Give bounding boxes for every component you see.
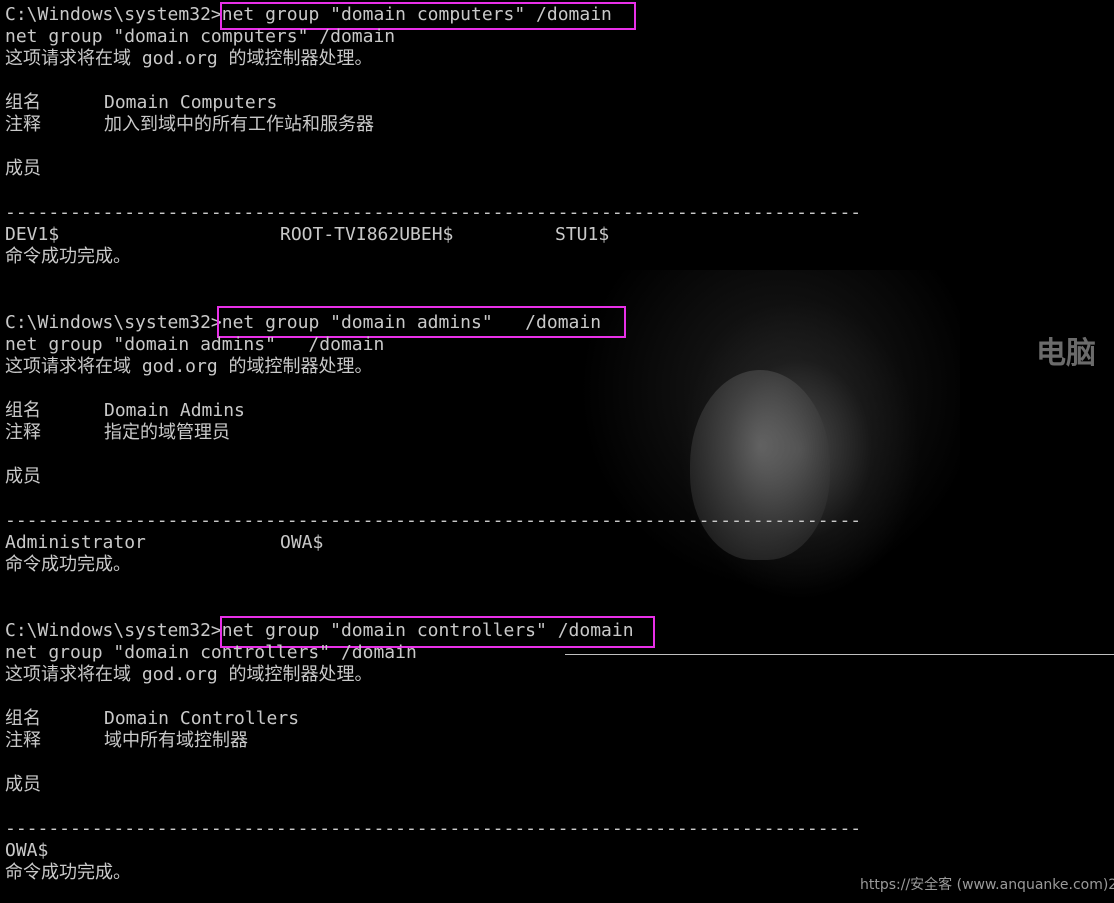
members-row: DEV1$ ROOT-TVI862UBEH$ STU1$ [5, 224, 609, 246]
group-name-label: 组名 [5, 708, 41, 729]
command-complete-line: 命令成功完成。 [5, 862, 131, 883]
prompt: C:\Windows\system32> [5, 312, 222, 333]
member-name: OWA$ [280, 532, 324, 553]
members-label: 成员 [5, 774, 41, 795]
separator-line: ----------------------------------------… [5, 818, 862, 839]
command-echo: net group "domain computers" /domain [5, 26, 396, 47]
member-name: DEV1$ [5, 224, 60, 245]
group-name-label: 组名 [5, 400, 41, 421]
command-complete-line: 命令成功完成。 [5, 554, 131, 575]
group-name-value: Domain Computers [104, 92, 278, 113]
prompt: C:\Windows\system32> [5, 620, 222, 641]
separator-line: ----------------------------------------… [5, 202, 862, 223]
member-name: OWA$ [5, 840, 49, 861]
request-line: 这项请求将在域 god.org 的域控制器处理。 [5, 356, 373, 377]
group-name-row: 组名 Domain Controllers [5, 708, 299, 730]
group-name-row: 组名 Domain Admins [5, 400, 245, 422]
members-row: OWA$ [5, 840, 48, 862]
group-name-row: 组名 Domain Computers [5, 92, 277, 114]
members-label: 成员 [5, 466, 41, 487]
comment-label: 注释 [5, 730, 41, 751]
member-name: Administrator [5, 532, 146, 553]
member-name: ROOT-TVI862UBEH$ [280, 224, 454, 245]
separator-line: ----------------------------------------… [5, 510, 862, 531]
comment-value: 加入到域中的所有工作站和服务器 [104, 114, 374, 135]
footer-watermark: https://安全客 (www.anquanke.com)2 [860, 877, 1114, 893]
comment-value: 指定的域管理员 [104, 422, 230, 443]
group-name-value: Domain Controllers [104, 708, 300, 729]
request-line: 这项请求将在域 god.org 的域控制器处理。 [5, 664, 373, 685]
group-name-label: 组名 [5, 92, 41, 113]
terminal-window[interactable]: 电脑 C:\Windows\system32>net group "domain… [0, 0, 1114, 903]
request-line: 这项请求将在域 god.org 的域控制器处理。 [5, 48, 373, 69]
comment-row: 注释 域中所有域控制器 [5, 730, 248, 752]
comment-row: 注释 加入到域中的所有工作站和服务器 [5, 114, 374, 136]
members-label: 成员 [5, 158, 41, 179]
comment-value: 域中所有域控制器 [104, 730, 248, 751]
group-name-value: Domain Admins [104, 400, 245, 421]
comment-label: 注释 [5, 114, 41, 135]
command-complete-line: 命令成功完成。 [5, 246, 131, 267]
comment-label: 注释 [5, 422, 41, 443]
comment-row: 注释 指定的域管理员 [5, 422, 230, 444]
member-name: STU1$ [555, 224, 610, 245]
command-echo: net group "domain admins" /domain [5, 334, 385, 355]
command-echo: net group "domain controllers" /domain [5, 642, 417, 663]
prompt: C:\Windows\system32> [5, 4, 222, 25]
background-watermark-text: 电脑 [1036, 336, 1096, 371]
members-row: Administrator OWA$ [5, 532, 323, 554]
background-divider-line [565, 654, 1114, 655]
